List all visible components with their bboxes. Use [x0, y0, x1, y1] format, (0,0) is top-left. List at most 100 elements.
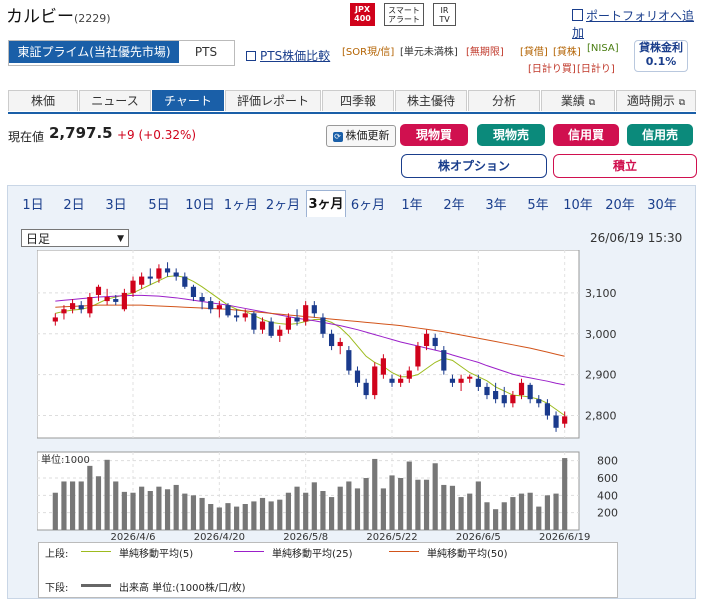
badge-lending: [貸借]	[520, 47, 548, 58]
chevron-down-icon: ▼	[117, 234, 124, 244]
candle-body	[311, 305, 317, 314]
candle-body	[346, 350, 352, 371]
volume-bar	[493, 509, 499, 530]
portfolio-add-link[interactable]: ポートフォリオへ追加	[572, 7, 701, 41]
volume-bar	[553, 493, 559, 530]
volume-bar	[398, 478, 404, 530]
jpx400-icon[interactable]: JPX 400	[350, 3, 375, 26]
candle-body	[268, 321, 274, 336]
candle-body	[242, 313, 248, 318]
x-tick-label: 2026/4/20	[194, 532, 245, 540]
candle-body	[372, 366, 378, 396]
period-tab-1[interactable]: 2日	[55, 195, 93, 217]
period-tab-10[interactable]: 2年	[436, 195, 472, 217]
volume-tick-label: 600	[597, 472, 618, 485]
volume-bar	[406, 461, 412, 530]
stock-title: カルビー(2229)	[6, 2, 111, 27]
volume-bar	[121, 491, 127, 530]
stock-code: (2229)	[74, 12, 111, 25]
period-tab-0[interactable]: 1日	[15, 195, 51, 217]
candle-body	[225, 305, 231, 316]
period-tab-3[interactable]: 5日	[141, 195, 177, 217]
tab-disclosure[interactable]: 適時開示 ⧉	[616, 90, 696, 111]
market-primary-tab[interactable]: 東証プライム(当社優先市場)	[9, 41, 179, 63]
external-link-icon: ⧉	[588, 98, 596, 108]
x-tick-label: 2026/6/19	[539, 532, 590, 540]
volume-tick-label: 800	[597, 455, 618, 468]
period-tab-2[interactable]: 3日	[97, 195, 135, 217]
candle-body	[562, 416, 568, 424]
volume-bar	[268, 501, 274, 530]
smart-alert-button[interactable]: スマート アラート	[384, 3, 424, 26]
ir-tv-button[interactable]: IR TV	[433, 3, 456, 26]
tab-chart[interactable]: チャート	[152, 90, 224, 111]
period-tab-5[interactable]: 1ヶ月	[222, 195, 260, 217]
candle-body	[277, 329, 283, 336]
period-tab-4[interactable]: 10日	[180, 195, 220, 217]
period-tab-11[interactable]: 3年	[478, 195, 514, 217]
candle-body	[173, 272, 179, 277]
candle-body	[423, 333, 430, 347]
period-tab-6[interactable]: 2ヶ月	[264, 195, 302, 217]
volume-unit-label: 単位:1000	[41, 453, 90, 466]
interval-select[interactable]: 日足 ▼	[21, 229, 129, 247]
tab-shikiho[interactable]: 四季報	[322, 90, 394, 111]
price-tick-label: 2,900	[585, 369, 617, 382]
x-tick-label: 2026/5/8	[283, 532, 328, 540]
period-tab-7[interactable]: 3ヶ月	[306, 190, 346, 217]
badge-sor: [SOR現/信]	[342, 47, 395, 58]
tab-results[interactable]: 業績 ⧉	[541, 90, 615, 111]
volume-bar	[458, 497, 464, 530]
candle-body	[398, 378, 404, 383]
period-tab-12[interactable]: 5年	[520, 195, 556, 217]
cash-buy-button[interactable]: 現物買	[400, 124, 468, 146]
price-chart: 3,100 3,000 2,900 2,800 800 600 400 200 単位:1000 2…	[37, 250, 618, 540]
volume-bar	[389, 475, 395, 530]
volume-bar	[311, 482, 317, 530]
volume-bar	[216, 507, 222, 530]
external-link-icon: ⧉	[678, 98, 686, 108]
candle-body	[458, 378, 464, 383]
refresh-price-button[interactable]: ⟳ 株価更新	[326, 125, 396, 147]
legend-ma25: 単純移動平均(25)	[272, 549, 353, 560]
period-tab-15[interactable]: 30年	[643, 195, 681, 217]
volume-bar	[536, 506, 542, 530]
candle-body	[536, 399, 542, 404]
candle-body	[121, 292, 127, 310]
volume-bar	[475, 481, 481, 530]
candle-body	[113, 299, 119, 302]
period-tab-9[interactable]: 1年	[394, 195, 430, 217]
margin-buy-button[interactable]: 信用買	[553, 124, 619, 146]
tab-news[interactable]: ニュース	[79, 90, 151, 111]
legend-lower-label: 下段:	[45, 583, 69, 594]
cash-sell-button[interactable]: 現物売	[477, 124, 545, 146]
period-tab-14[interactable]: 20年	[601, 195, 639, 217]
tab-price[interactable]: 株価	[8, 90, 78, 111]
candle-body	[303, 305, 309, 322]
volume-bar	[510, 497, 516, 530]
candle-body	[475, 378, 481, 387]
tsumitate-button[interactable]: 積立	[553, 154, 697, 178]
x-tick-label: 2026/4/6	[111, 532, 156, 540]
tab-analysis[interactable]: 分析	[468, 90, 540, 111]
volume-bar	[190, 495, 197, 530]
period-tab-8[interactable]: 6ヶ月	[349, 195, 387, 217]
candle-body	[484, 386, 490, 396]
tab-yutai[interactable]: 株主優待	[395, 90, 467, 111]
margin-sell-button[interactable]: 信用売	[627, 124, 693, 146]
pts-compare-link[interactable]: PTS株価比較	[246, 47, 330, 64]
badge-daycredit2: [日計り]	[577, 64, 615, 75]
volume-bar	[234, 506, 240, 530]
legend-ma50: 単純移動平均(50)	[427, 549, 508, 560]
candle-body	[449, 378, 456, 383]
legend-ma5-line	[81, 551, 111, 552]
volume-bar	[95, 476, 102, 530]
market-pts-tab[interactable]: PTS	[180, 41, 232, 63]
candle-body	[441, 350, 447, 371]
tab-report[interactable]: 評価レポート	[225, 90, 321, 111]
period-tab-13[interactable]: 10年	[559, 195, 597, 217]
candle-body	[234, 315, 240, 318]
candle-body	[380, 358, 386, 375]
volume-bar	[544, 495, 551, 530]
stock-option-button[interactable]: 株オプション	[401, 154, 547, 178]
